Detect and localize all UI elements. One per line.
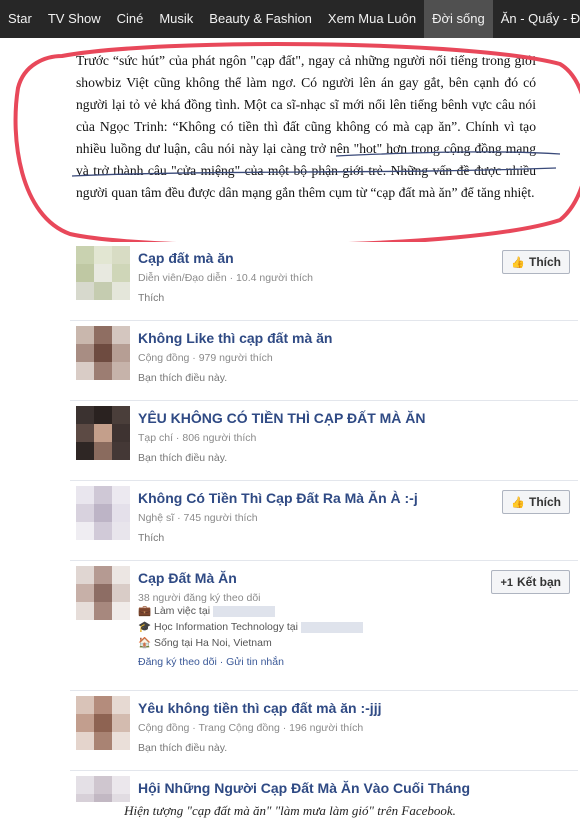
- list-item: Yêu không tiền thì cạp đất mà ăn :-jjj C…: [70, 690, 578, 771]
- redacted-text: [213, 605, 276, 617]
- page-avatar[interactable]: [76, 486, 130, 540]
- result-subtitle: Cộng đồng · 979 người thích: [138, 352, 273, 364]
- result-title[interactable]: YÊU KHÔNG CÓ TIỀN THÌ CẠP ĐẤT MÀ ĂN: [138, 410, 426, 426]
- nav-item-cine[interactable]: Ciné: [109, 0, 152, 38]
- list-item: YÊU KHÔNG CÓ TIỀN THÌ CẠP ĐẤT MÀ ĂN Tạp …: [70, 400, 578, 481]
- page-avatar[interactable]: [76, 776, 130, 802]
- page-avatar[interactable]: [76, 406, 130, 460]
- result-subtitle: Cộng đồng · Trang Cộng đồng · 196 người …: [138, 722, 364, 734]
- add-friend-button[interactable]: +1 Kết bạn: [491, 570, 570, 594]
- graduation-cap-icon: 🎓: [138, 621, 154, 633]
- list-item: Không Có Tiền Thì Cạp Đất Ra Mà Ăn À :-j…: [70, 480, 578, 561]
- result-title[interactable]: Không Like thì cạp đất mà ăn: [138, 330, 332, 346]
- list-item: Hội Những Người Cạp Đất Mà Ăn Vào Cuối T…: [70, 770, 578, 802]
- nav-item-doi-song[interactable]: Đời sống: [424, 0, 493, 38]
- facebook-search-results: Cạp đất mà ăn Diễn viên/Đạo diễn · 10.4 …: [0, 240, 580, 802]
- location-detail: 🏠 Sống tại Ha Noi, Vietnam: [138, 637, 272, 649]
- result-like-status: Thích: [138, 292, 165, 304]
- home-icon: 🏠: [138, 637, 154, 649]
- result-subtitle: 38 người đăng ký theo dõi: [138, 592, 261, 604]
- redacted-text: [300, 621, 363, 633]
- list-item: Không Like thì cạp đất mà ăn Cộng đồng ·…: [70, 320, 578, 401]
- image-caption: Hiện tượng "cạp đất mà ăn" "làm mưa làm …: [124, 803, 456, 818]
- like-button[interactable]: 👍 Thích: [502, 490, 570, 514]
- work-detail: 💼 Làm việc tại: [138, 604, 276, 617]
- result-title[interactable]: Hội Những Người Cạp Đất Mà Ăn Vào Cuối T…: [138, 780, 470, 796]
- page-avatar[interactable]: [76, 326, 130, 380]
- profile-actions[interactable]: Đăng ký theo dõi · Gửi tin nhắn: [138, 656, 284, 668]
- result-subtitle: Tạp chí · 806 người thích: [138, 432, 257, 444]
- nav-item-xem-mua-luon[interactable]: Xem Mua Luôn: [320, 0, 424, 38]
- list-item: Cạp đất mà ăn Diễn viên/Đạo diễn · 10.4 …: [70, 240, 578, 321]
- nav-item-musik[interactable]: Musik: [151, 0, 201, 38]
- result-subtitle: Nghệ sĩ · 745 người thích: [138, 512, 258, 524]
- profile-avatar[interactable]: [76, 566, 130, 620]
- result-title[interactable]: Cạp Đất Mà Ăn: [138, 570, 237, 586]
- result-subtitle: Diễn viên/Đạo diễn · 10.4 người thích: [138, 272, 314, 284]
- add-friend-icon: +1: [500, 577, 513, 589]
- nav-item-beauty-fashion[interactable]: Beauty & Fashion: [201, 0, 320, 38]
- thumbs-up-icon: 👍: [511, 257, 525, 269]
- nav-item-an-quay-di[interactable]: Ăn - Quẩy - Đi: [493, 0, 580, 38]
- briefcase-icon: 💼: [138, 605, 154, 617]
- top-navigation-bar: Star TV Show Ciné Musik Beauty & Fashion…: [0, 0, 580, 38]
- result-like-status: Thích: [138, 532, 165, 544]
- education-detail: 🎓 Học Information Technology tại: [138, 620, 363, 633]
- like-button[interactable]: 👍 Thích: [502, 250, 570, 274]
- thumbs-up-icon: 👍: [511, 497, 525, 509]
- nav-item-tv-show[interactable]: TV Show: [40, 0, 109, 38]
- result-like-status: Bạn thích điều này.: [138, 742, 228, 754]
- nav-item-star[interactable]: Star: [0, 0, 40, 38]
- result-like-status: Bạn thích điều này.: [138, 452, 228, 464]
- list-item: Cạp Đất Mà Ăn 38 người đăng ký theo dõi …: [70, 560, 578, 691]
- highlight-circle-annotation: [13, 42, 580, 242]
- page-avatar[interactable]: [76, 246, 130, 300]
- result-like-status: Bạn thích điều này.: [138, 372, 228, 384]
- result-title[interactable]: Yêu không tiền thì cạp đất mà ăn :-jjj: [138, 700, 381, 716]
- result-title[interactable]: Cạp đất mà ăn: [138, 250, 234, 266]
- page-avatar[interactable]: [76, 696, 130, 750]
- article-excerpt: Trước “sức hút” của phát ngôn "cạp đất",…: [0, 38, 580, 242]
- result-title[interactable]: Không Có Tiền Thì Cạp Đất Ra Mà Ăn À :-j: [138, 490, 418, 506]
